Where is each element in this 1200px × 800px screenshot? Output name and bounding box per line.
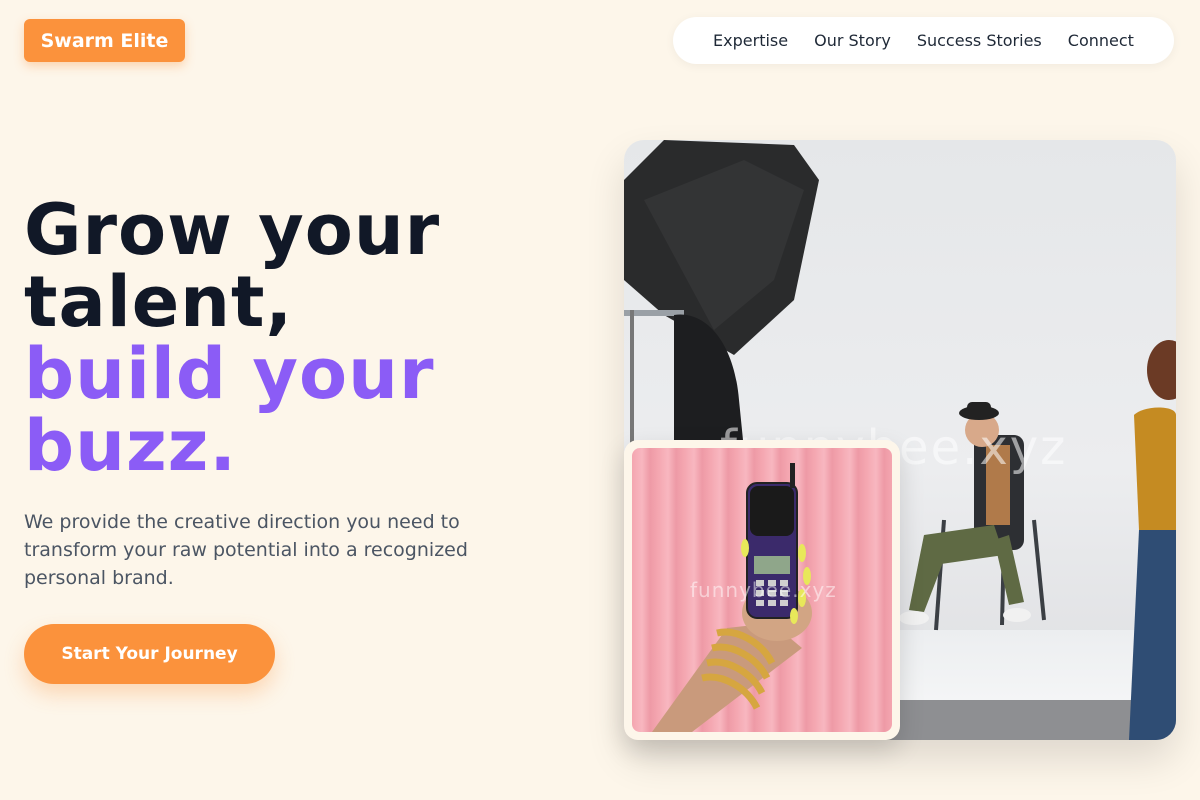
brand-logo[interactable]: Swarm Elite xyxy=(24,19,185,62)
inset-photo-frame: funnybee.xyz xyxy=(624,440,900,740)
top-nav: Expertise Our Story Success Stories Conn… xyxy=(673,17,1174,64)
hero-title-line-4: buzz. xyxy=(24,405,238,487)
hero-description: We provide the creative direction you ne… xyxy=(24,511,468,589)
nav-item-connect[interactable]: Connect xyxy=(1068,31,1134,50)
hero-title-line-3: build your xyxy=(24,333,435,415)
inset-photo-watermark: funnybee.xyz xyxy=(690,578,837,602)
hero-title: Grow your talent, build your buzz. xyxy=(24,194,524,482)
phone-antenna xyxy=(790,463,795,488)
inset-photo: funnybee.xyz xyxy=(632,448,892,732)
standing-woman xyxy=(1129,340,1176,740)
hero-title-line-2: talent, xyxy=(24,261,294,343)
hero-title-line-1: Grow your xyxy=(24,189,441,271)
start-journey-button[interactable]: Start Your Journey xyxy=(24,624,275,684)
phone-screen xyxy=(754,556,790,574)
landing-page: Swarm Elite Expertise Our Story Success … xyxy=(0,0,1200,800)
nav-item-our-story[interactable]: Our Story xyxy=(814,31,891,50)
nav-item-expertise[interactable]: Expertise xyxy=(713,31,788,50)
nav-item-success-stories[interactable]: Success Stories xyxy=(917,31,1042,50)
